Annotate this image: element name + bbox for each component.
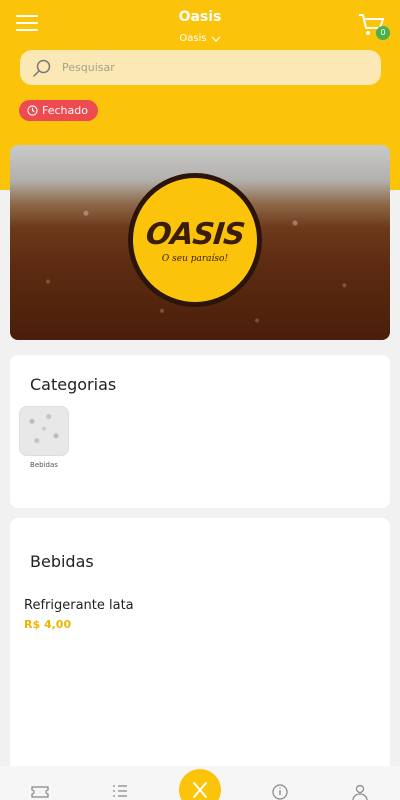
product-price: R$ 4,00 — [24, 618, 72, 631]
page-title: Oasis — [178, 9, 222, 25]
store-logo: OASIS O seu paraíso! — [128, 173, 262, 307]
status-label: Fechado — [42, 104, 88, 117]
store-selector[interactable]: Oasis — [179, 32, 221, 46]
nav-item-info[interactable] — [268, 782, 292, 800]
products-section-title: Bebidas — [30, 552, 94, 571]
menu-icon[interactable] — [16, 13, 38, 33]
user-icon — [352, 784, 368, 800]
cart-button[interactable]: 0 — [358, 12, 390, 40]
info-icon — [272, 784, 288, 800]
category-thumbnail — [19, 406, 69, 456]
nav-item-profile[interactable] — [348, 782, 372, 800]
categories-title: Categorias — [30, 375, 117, 394]
category-item-bebidas[interactable]: Bebidas — [19, 406, 69, 469]
chevron-down-icon — [211, 36, 221, 42]
search-input[interactable] — [62, 61, 342, 74]
search-icon — [32, 58, 52, 78]
ticket-icon — [31, 786, 49, 798]
list-icon — [113, 785, 127, 797]
store-name: Oasis — [179, 33, 207, 44]
cart-count-badge: 0 — [376, 26, 390, 40]
cutlery-icon — [193, 782, 207, 798]
store-banner: OASIS O seu paraíso! — [10, 145, 390, 340]
nav-item-tickets[interactable] — [28, 782, 52, 800]
logo-text: OASIS — [144, 216, 246, 252]
search-bar[interactable] — [20, 50, 381, 85]
categories-card: Categorias Bebidas — [10, 355, 390, 508]
header-title-area: Oasis Oasis — [100, 8, 300, 46]
product-name: Refrigerante lata — [24, 598, 134, 613]
products-card: Bebidas Refrigerante lata R$ 4,00 — [10, 518, 390, 800]
product-item[interactable]: Refrigerante lata R$ 4,00 — [24, 598, 134, 631]
logo-tagline: O seu paraíso! — [161, 253, 229, 264]
clock-icon — [27, 105, 38, 116]
category-label: Bebidas — [30, 461, 58, 469]
nav-item-orders[interactable] — [108, 782, 132, 800]
status-badge: Fechado — [19, 100, 98, 121]
